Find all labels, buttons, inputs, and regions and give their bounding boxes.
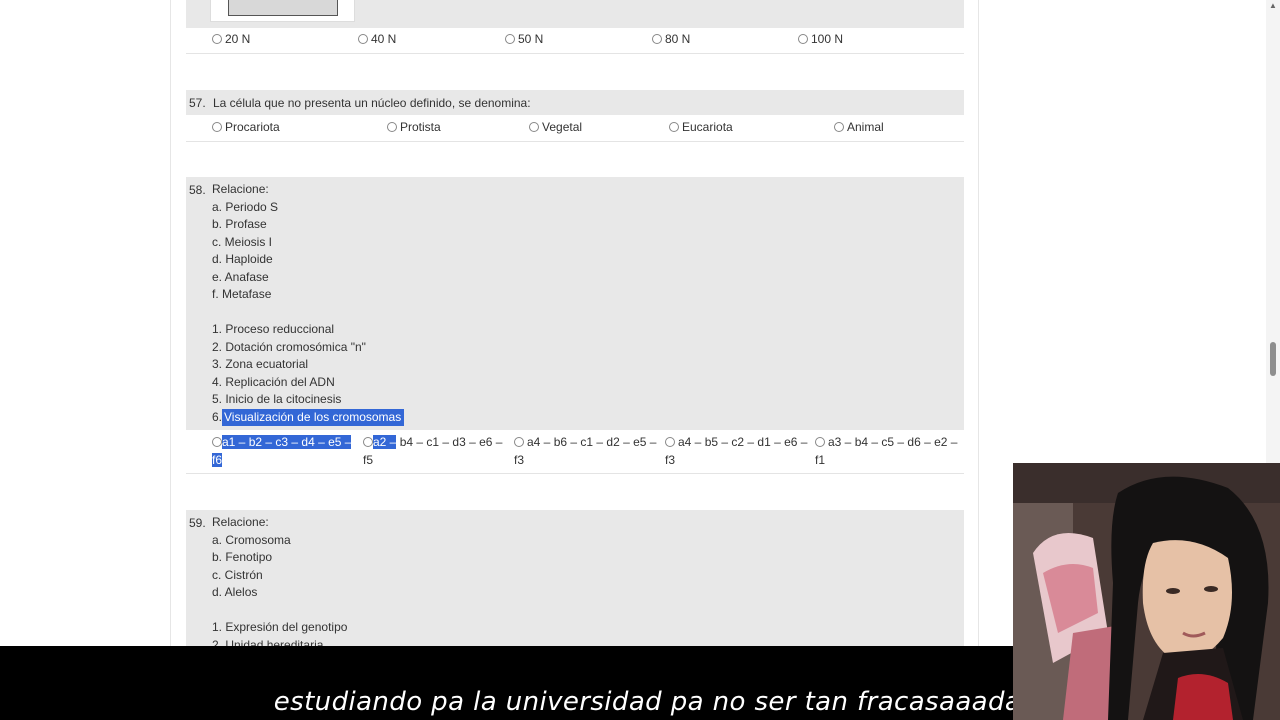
q58-option-4-line1: a4 – b5 – c2 – d1 – e6 –: [678, 435, 808, 449]
q59-line: c. Cistrón: [212, 567, 263, 582]
q58-option-2[interactable]: a2 – b4 – c1 – d3 – e6 – f5: [363, 434, 511, 469]
question-text: La célula que no presenta un núcleo defi…: [213, 96, 531, 110]
q56-option-1[interactable]: 20 N: [212, 31, 250, 49]
q58-line: 3. Zona ecuatorial: [212, 357, 309, 371]
question-59-text: Relacione: a. Cromosoma b. Fenotipo c. C…: [212, 514, 347, 654]
q58-option-3-line2: f3: [514, 452, 525, 467]
q56-option-3[interactable]: 50 N: [505, 31, 543, 49]
q58-option-4-line2: f3: [665, 452, 676, 467]
question-59-header: 59. Relacione: a. Cromosoma b. Fenotipo …: [186, 510, 964, 652]
q57-option-4[interactable]: Eucariota: [669, 119, 733, 137]
q56-option-2-label: 40 N: [371, 32, 397, 46]
question-58-header: 58. Relacione: a. Periodo S b. Profase c…: [186, 177, 964, 430]
figure-box: [228, 0, 338, 16]
q57-option-3-label: Vegetal: [542, 120, 583, 134]
divider: [186, 53, 964, 54]
q58-line: 1. Proceso reduccional: [212, 322, 335, 336]
q57-option-4-label: Eucariota: [682, 120, 733, 134]
q58-option-1[interactable]: a1 – b2 – c3 – d4 – e5 – f6: [212, 434, 354, 469]
radio-icon[interactable]: [529, 122, 539, 132]
radio-icon[interactable]: [514, 437, 524, 447]
q58-line: 4. Replicación del ADN: [212, 374, 335, 389]
q57-option-2-label: Protista: [400, 120, 441, 134]
radio-icon[interactable]: [212, 437, 222, 447]
q59-line: Relacione:: [212, 515, 269, 529]
quiz-page: 20 N 40 N 50 N 80 N 100 N 57. La célula …: [0, 0, 1280, 720]
q56-option-3-label: 50 N: [518, 32, 544, 46]
radio-icon[interactable]: [834, 122, 844, 132]
q58-option-1-line1: a1 – b2 – c3 – d4 – e5 –: [222, 435, 352, 449]
q56-option-5[interactable]: 100 N: [798, 31, 843, 49]
q57-option-3[interactable]: Vegetal: [529, 119, 582, 137]
q59-line-blank: [212, 602, 347, 620]
radio-icon[interactable]: [798, 34, 808, 44]
radio-icon[interactable]: [652, 34, 662, 44]
question-58-text: Relacione: a. Periodo S b. Profase c. Me…: [212, 181, 405, 427]
q58-option-2-line1: b4 – c1 – d3 – e6 –: [396, 435, 503, 449]
selected-text: Visualización de los cromosomas: [222, 408, 405, 426]
q58-line: a. Periodo S: [212, 199, 279, 214]
radio-icon[interactable]: [363, 437, 373, 447]
q58-option-5[interactable]: a3 – b4 – c5 – d6 – e2 – f1: [815, 434, 963, 469]
question-number: 59.: [189, 516, 206, 530]
webcam-image: [1013, 463, 1280, 720]
q56-option-5-label: 100 N: [811, 32, 844, 46]
question-number: 57.: [189, 96, 206, 110]
scrollbar-thumb[interactable]: [1270, 342, 1276, 376]
radio-icon[interactable]: [665, 437, 675, 447]
q57-option-1-label: Procariota: [225, 120, 280, 134]
q58-line-blank: [212, 304, 404, 322]
q58-line: e. Anafase: [212, 269, 269, 284]
q58-option-4[interactable]: a4 – b5 – c2 – d1 – e6 – f3: [665, 434, 813, 469]
q58-option-1-line2: f6: [212, 452, 223, 467]
page-border-left: [170, 0, 171, 646]
scroll-up-arrow-icon[interactable]: ▲: [1269, 2, 1277, 10]
q58-line: b. Profase: [212, 217, 267, 231]
radio-icon[interactable]: [387, 122, 397, 132]
radio-icon[interactable]: [212, 34, 222, 44]
q58-line-prefix: 6.: [212, 409, 223, 424]
q58-line: f. Metafase: [212, 287, 272, 301]
q58-line: c. Meiosis I: [212, 234, 273, 249]
q57-option-5-label: Animal: [847, 120, 884, 134]
q57-option-2[interactable]: Protista: [387, 119, 441, 137]
webcam-overlay: [1013, 463, 1280, 720]
q57-option-1[interactable]: Procariota: [212, 119, 280, 137]
q58-option-3-line1: a4 – b6 – c1 – d2 – e5 –: [527, 435, 657, 449]
radio-icon[interactable]: [815, 437, 825, 447]
q59-line: d. Alelos: [212, 585, 258, 599]
q56-option-2[interactable]: 40 N: [358, 31, 396, 49]
radio-icon[interactable]: [212, 122, 222, 132]
q56-option-4-label: 80 N: [665, 32, 691, 46]
q58-line-last: 6. Visualización de los cromosomas: [212, 408, 405, 427]
q56-option-1-label: 20 N: [225, 32, 251, 46]
q58-option-2-line2: f5: [363, 452, 374, 467]
divider: [186, 141, 964, 142]
q58-line: d. Haploide: [212, 252, 273, 266]
question-57-header: 57. La célula que no presenta un núcleo …: [186, 90, 964, 115]
q58-line: 2. Dotación cromosómica "n": [212, 339, 366, 354]
q59-line: a. Cromosoma: [212, 532, 291, 547]
question-56-figure: [210, 0, 355, 22]
q58-option-2-selected: a2 –: [373, 435, 397, 449]
radio-icon[interactable]: [505, 34, 515, 44]
q58-option-3[interactable]: a4 – b6 – c1 – d2 – e5 – f3: [514, 434, 662, 469]
q56-option-4[interactable]: 80 N: [652, 31, 690, 49]
q58-line: Relacione:: [212, 182, 269, 196]
q59-line: b. Fenotipo: [212, 550, 273, 564]
divider: [186, 473, 964, 474]
radio-icon[interactable]: [669, 122, 679, 132]
q58-line: 5. Inicio de la citocinesis: [212, 392, 342, 406]
q58-option-5-line1: a3 – b4 – c5 – d6 – e2 –: [828, 435, 958, 449]
page-border-right: [978, 0, 979, 646]
q59-line: 1. Expresión del genotipo: [212, 620, 348, 634]
q58-option-5-line2: f1: [815, 452, 826, 467]
question-56-header: [186, 0, 964, 28]
question-number: 58.: [189, 183, 206, 197]
radio-icon[interactable]: [358, 34, 368, 44]
q57-option-5[interactable]: Animal: [834, 119, 884, 137]
